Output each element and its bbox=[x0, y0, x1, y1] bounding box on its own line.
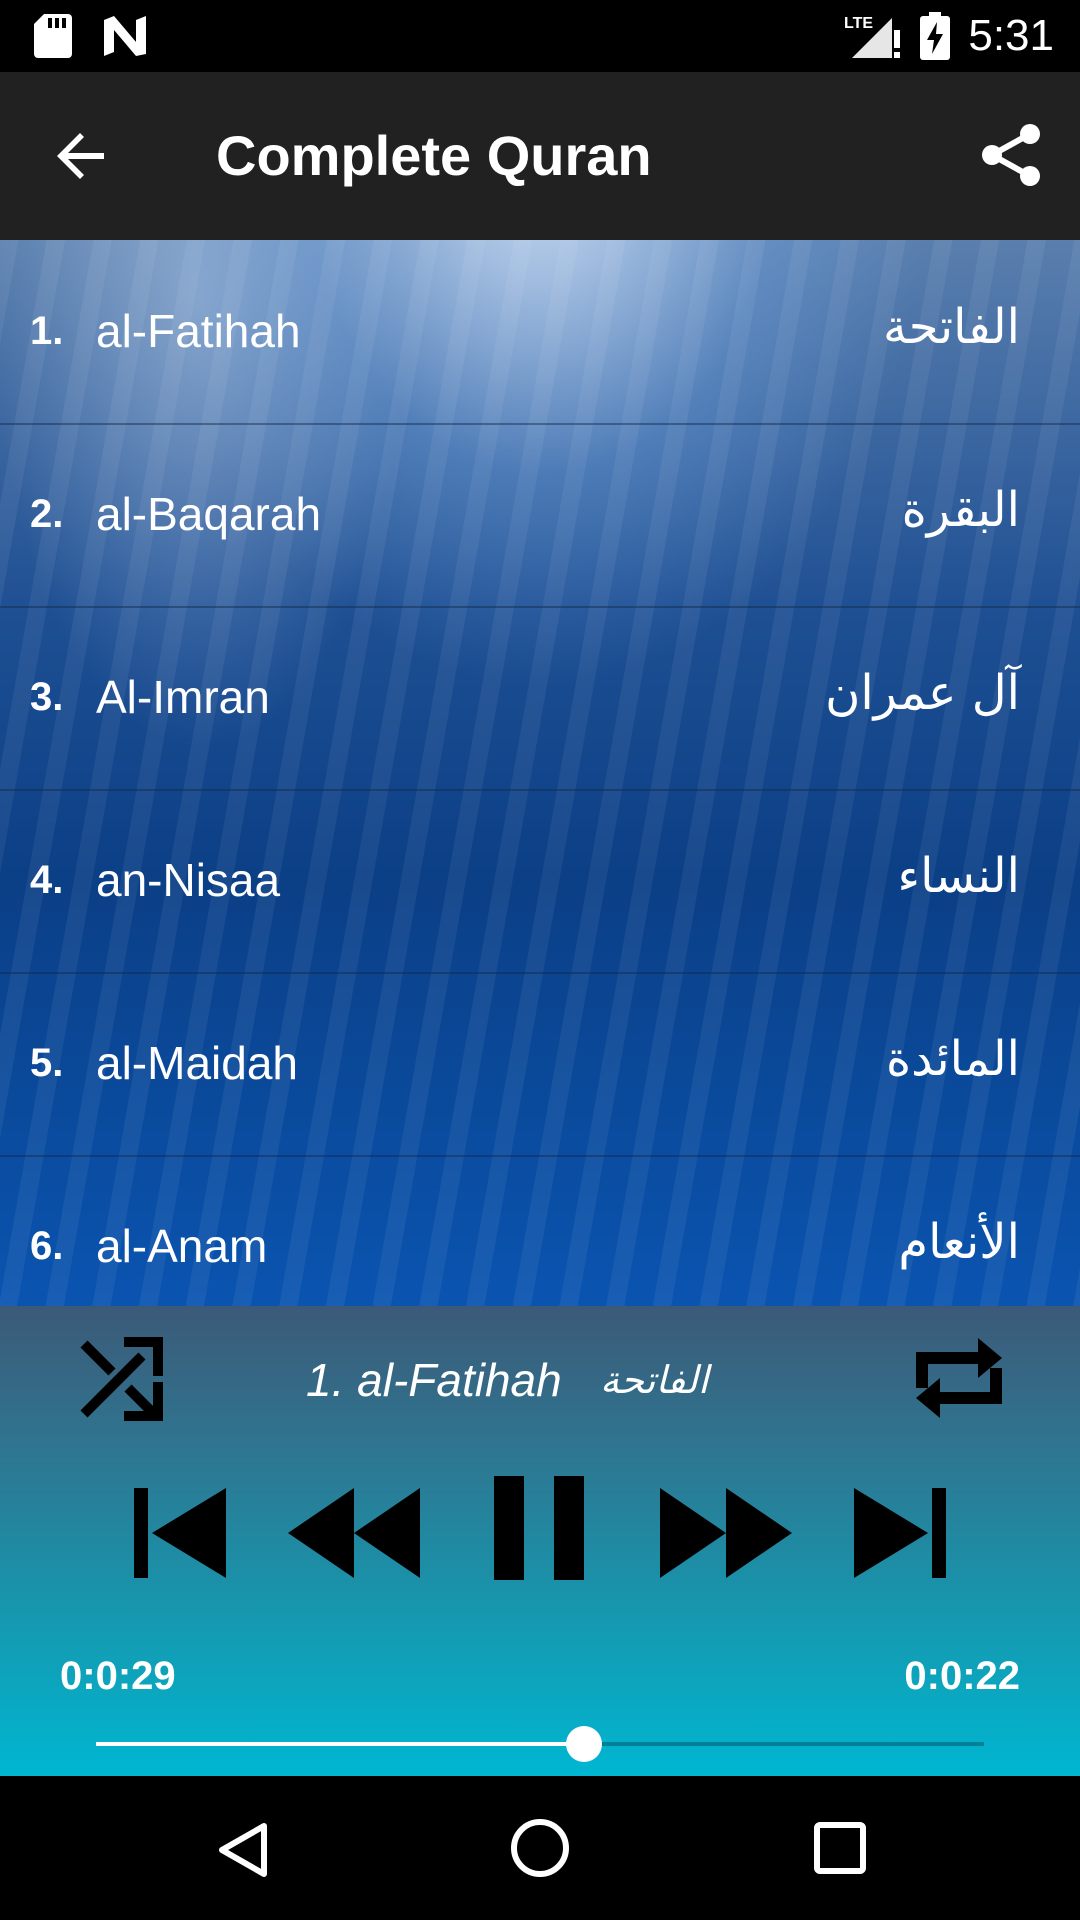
list-item[interactable]: 3. Al-Imran آل عمران bbox=[0, 606, 1080, 791]
surah-name: al-Baqarah bbox=[96, 488, 322, 540]
app-bar: Complete Quran bbox=[0, 72, 1080, 240]
fast-forward-icon bbox=[660, 1488, 792, 1578]
surah-arabic-name: المائدة bbox=[885, 1031, 1020, 1087]
n-notification-icon bbox=[104, 16, 146, 56]
system-nav-bar bbox=[0, 1776, 1080, 1920]
surah-arabic-name: آل عمران bbox=[825, 665, 1020, 721]
remaining-time: 0:0:22 bbox=[904, 1654, 1020, 1698]
surah-name: Al-Imran bbox=[96, 671, 270, 723]
repeat-icon[interactable] bbox=[912, 1328, 1006, 1428]
sd-card-icon bbox=[34, 14, 72, 58]
battery-charging-icon bbox=[920, 12, 950, 60]
surah-list[interactable]: 1. al-Fatihah الفاتحة 2. al-Baqarah البق… bbox=[0, 240, 1080, 1306]
list-item[interactable]: 6. al-Anam الأنعام bbox=[0, 1155, 1080, 1306]
surah-number: 3. bbox=[30, 675, 64, 719]
list-item[interactable]: 4. an-Nisaa النساء bbox=[0, 789, 1080, 974]
surah-name: al-Maidah bbox=[96, 1037, 298, 1089]
seek-progress bbox=[96, 1742, 585, 1746]
nav-recents-icon[interactable] bbox=[814, 1822, 866, 1874]
surah-arabic-name: البقرة bbox=[901, 482, 1020, 538]
pause-icon bbox=[494, 1476, 584, 1580]
status-time: 5:31 bbox=[968, 11, 1054, 60]
share-icon[interactable] bbox=[978, 122, 1044, 188]
surah-number: 6. bbox=[30, 1224, 64, 1268]
surah-name: al-Fatihah bbox=[96, 305, 301, 357]
surah-arabic-name: الأنعام bbox=[898, 1214, 1020, 1270]
rewind-button[interactable] bbox=[288, 1474, 422, 1580]
surah-arabic-name: الفاتحة bbox=[883, 299, 1020, 355]
surah-number: 5. bbox=[30, 1041, 64, 1085]
surah-number: 4. bbox=[30, 858, 64, 902]
rewind-icon bbox=[288, 1488, 420, 1578]
surah-name: an-Nisaa bbox=[96, 854, 281, 906]
page-title: Complete Quran bbox=[216, 124, 652, 187]
nav-back-icon[interactable] bbox=[214, 1820, 270, 1880]
skip-previous-icon bbox=[134, 1488, 226, 1578]
surah-name: al-Anam bbox=[96, 1220, 268, 1272]
surah-arabic-name: النساء bbox=[897, 848, 1020, 904]
network-label: LTE bbox=[844, 15, 873, 32]
list-item[interactable]: 5. al-Maidah المائدة bbox=[0, 972, 1080, 1157]
skip-next-icon bbox=[854, 1488, 946, 1578]
pause-button[interactable] bbox=[494, 1474, 586, 1580]
elapsed-time: 0:0:29 bbox=[60, 1654, 176, 1698]
now-playing-arabic: الفاتحة bbox=[600, 1358, 709, 1402]
seek-thumb[interactable] bbox=[566, 1726, 603, 1762]
now-playing-title: 1. al-Fatihah bbox=[306, 1354, 562, 1406]
list-item[interactable]: 1. al-Fatihah الفاتحة bbox=[0, 240, 1080, 425]
audio-player: 1. al-Fatihah الفاتحة 0:0:29 0:0:22 bbox=[0, 1306, 1080, 1776]
surah-number: 1. bbox=[30, 309, 64, 353]
status-bar: LTE 5:31 bbox=[0, 0, 1080, 72]
fast-forward-button[interactable] bbox=[660, 1474, 794, 1580]
seek-bar[interactable] bbox=[96, 1726, 984, 1762]
shuffle-icon[interactable] bbox=[78, 1336, 164, 1422]
surah-number: 2. bbox=[30, 492, 64, 536]
skip-previous-button[interactable] bbox=[134, 1474, 226, 1580]
arrow-back-icon[interactable] bbox=[50, 124, 114, 188]
signal-icon: LTE bbox=[844, 15, 900, 58]
nav-home-icon[interactable] bbox=[510, 1818, 570, 1878]
list-item[interactable]: 2. al-Baqarah البقرة bbox=[0, 423, 1080, 608]
skip-next-button[interactable] bbox=[854, 1474, 946, 1580]
